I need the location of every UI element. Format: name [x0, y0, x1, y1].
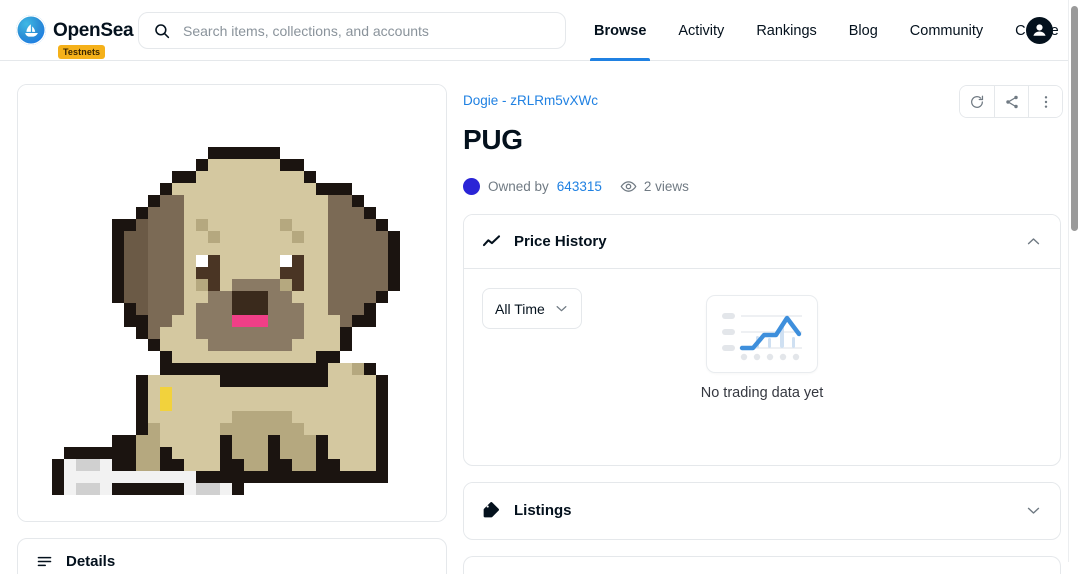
line-chart-icon	[482, 232, 501, 251]
share-button[interactable]	[994, 86, 1028, 117]
listings-panel: Listings	[463, 482, 1061, 540]
item-meta: Owned by 643315 2 views	[463, 178, 689, 195]
brand-logo[interactable]: OpenSea Testnets	[0, 15, 134, 60]
brand-name: OpenSea	[53, 19, 134, 41]
details-panel-title: Details	[66, 552, 116, 570]
nav-item-community[interactable]: Community	[894, 0, 999, 61]
opensea-item-page: OpenSea Testnets Browse Activity Ranking…	[0, 0, 1080, 574]
page-scrollbar[interactable]	[1068, 0, 1080, 574]
item-action-buttons	[959, 85, 1063, 118]
listings-title: Listings	[514, 501, 572, 519]
site-header: OpenSea Testnets Browse Activity Ranking…	[0, 0, 1068, 61]
owner-name-link[interactable]: 643315	[557, 179, 602, 194]
pug-pixel-grid	[40, 111, 424, 495]
page-title: PUG	[463, 124, 523, 155]
scrollbar-thumb[interactable]	[1071, 6, 1078, 231]
next-panel-partial[interactable]	[463, 556, 1061, 574]
pug-pixel-art	[18, 85, 446, 521]
nav-item-blog[interactable]: Blog	[833, 0, 894, 61]
price-tag-icon	[482, 501, 501, 519]
price-history-title: Price History	[514, 233, 607, 250]
scrollbar-corner	[1068, 562, 1080, 574]
chevron-up-icon[interactable]	[1025, 233, 1042, 250]
eye-icon	[620, 178, 637, 195]
owner-info: Owned by 643315	[463, 178, 602, 195]
owned-by-label: Owned by	[488, 179, 549, 194]
breadcrumb[interactable]: Dogie - zRLRm5vXWc	[463, 93, 598, 108]
owner-avatar[interactable]	[463, 178, 480, 195]
chevron-down-icon[interactable]	[1025, 502, 1042, 519]
align-lines-icon	[36, 553, 53, 570]
more-vertical-icon	[1038, 94, 1054, 110]
opensea-sailboat-logo-icon	[16, 15, 46, 45]
more-options-button[interactable]	[1028, 86, 1062, 117]
testnets-badge: Testnets	[58, 45, 106, 60]
details-panel-header[interactable]: Details	[18, 539, 446, 574]
account-circle-icon[interactable]	[1026, 17, 1053, 44]
item-artwork-card[interactable]	[17, 84, 447, 522]
search-icon	[153, 22, 171, 40]
price-history-empty-state: No trading data yet	[464, 295, 1060, 401]
refresh-metadata-button[interactable]	[960, 86, 994, 117]
empty-state-label: No trading data yet	[700, 385, 824, 401]
nav-item-rankings[interactable]: Rankings	[740, 0, 832, 61]
price-history-header[interactable]: Price History	[464, 215, 1060, 269]
view-count: 2 views	[620, 178, 689, 195]
listings-header[interactable]: Listings	[464, 483, 1060, 537]
refresh-icon	[969, 94, 985, 110]
views-label: 2 views	[643, 179, 689, 194]
details-panel[interactable]: Details	[17, 538, 447, 574]
nav-item-activity[interactable]: Activity	[662, 0, 740, 61]
search-input[interactable]	[183, 22, 551, 39]
nav-item-browse[interactable]: Browse	[578, 0, 662, 61]
main-nav: Browse Activity Rankings Blog Community …	[578, 0, 1075, 61]
empty-chart-illustration	[706, 295, 818, 373]
price-history-panel: Price History All Time No trading data y…	[463, 214, 1061, 466]
search-bar[interactable]	[138, 12, 566, 49]
price-history-body: All Time No trading data yet	[464, 269, 1060, 465]
share-icon	[1004, 94, 1020, 110]
